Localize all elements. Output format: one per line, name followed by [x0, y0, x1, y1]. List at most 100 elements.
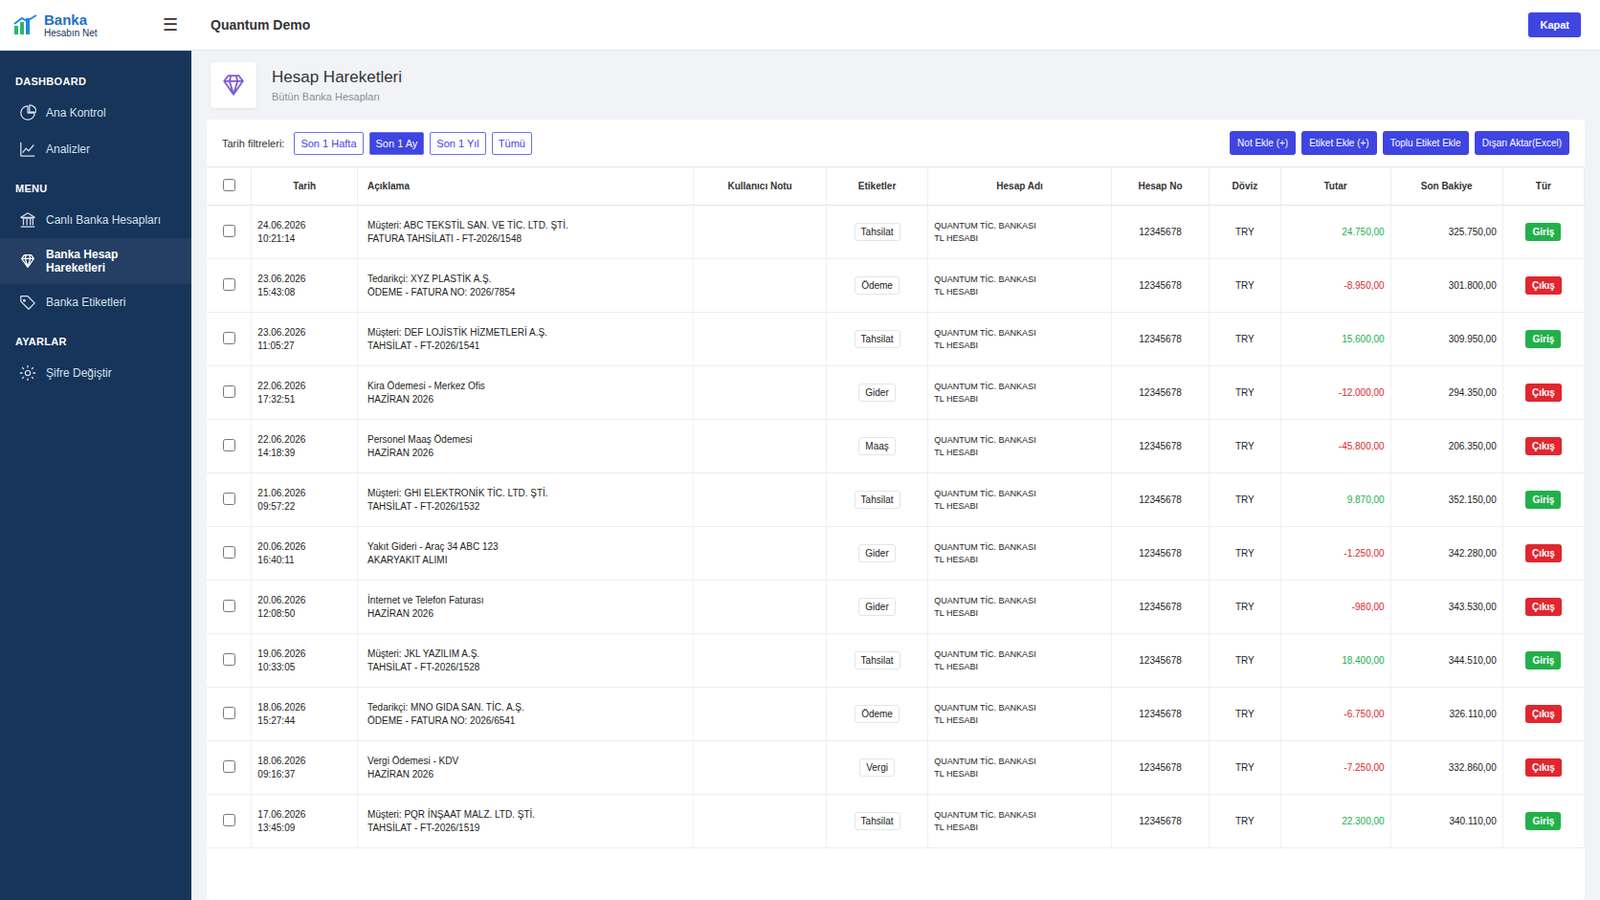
column-header[interactable]: Hesap Adı	[928, 167, 1112, 206]
column-header[interactable]: Hesap No	[1111, 167, 1209, 206]
action-button[interactable]: Dışarı Aktar(Excel)	[1474, 131, 1570, 156]
description-cell: Personel Maaş ÖdemesiHAZİRAN 2026	[357, 420, 694, 474]
note-cell[interactable]	[693, 420, 826, 474]
account-name-cell: QUANTUM TİC. BANKASITL HESABI	[928, 688, 1112, 742]
table-row[interactable]: 24.06.202610:21:14Müşteri: ABC TEKSTİL S…	[206, 205, 1585, 260]
note-cell[interactable]	[693, 795, 826, 849]
column-header[interactable]: Kullanıcı Notu	[693, 167, 826, 206]
row-checkbox[interactable]	[222, 760, 236, 774]
description-cell: Kira Ödemesi - Merkez OfisHAZİRAN 2026	[357, 366, 694, 421]
select-all-checkbox[interactable]	[222, 178, 236, 192]
close-button[interactable]: Kapat	[1528, 12, 1581, 38]
tag[interactable]: Vergi	[859, 758, 895, 778]
tag-cell: Tahsilat	[825, 205, 928, 260]
sidebar-item-icon	[19, 140, 37, 158]
table-row[interactable]: 18.06.202609:16:37Vergi Ödemesi - KDVHAZ…	[206, 741, 1585, 796]
filter-button[interactable]: Son 1 Yıl	[429, 132, 486, 156]
sidebar-item[interactable]: Canlı Banka Hesapları	[0, 201, 192, 239]
sidebar-item[interactable]: Ana Kontrol	[0, 94, 192, 132]
note-cell[interactable]	[693, 473, 826, 528]
account-name-cell: QUANTUM TİC. BANKASITL HESABI	[928, 366, 1112, 421]
table-row[interactable]: 22.06.202617:32:51Kira Ödemesi - Merkez …	[206, 366, 1585, 421]
row-checkbox[interactable]	[222, 385, 236, 399]
sidebar-item[interactable]: Şifre Değiştir	[0, 355, 192, 392]
amount-cell: 15.600,00	[1280, 312, 1391, 367]
sidebar-item[interactable]: Banka Hesap Hareketleri	[0, 238, 192, 285]
row-checkbox[interactable]	[222, 814, 236, 827]
table-row[interactable]: 19.06.202610:33:05Müşteri: JKL YAZILIM A…	[206, 634, 1585, 689]
tag[interactable]: Tahsilat	[854, 330, 901, 349]
column-header[interactable]: Tutar	[1280, 167, 1391, 206]
table-row[interactable]: 23.06.202611:05:27Müşteri: DEF LOJİSTİK …	[206, 312, 1585, 367]
column-header[interactable]: Etiketler	[825, 167, 928, 206]
tag[interactable]: Tahsilat	[854, 812, 901, 831]
sidebar-item[interactable]: Analizler	[0, 131, 192, 168]
column-header[interactable]: Tarih	[251, 167, 358, 206]
type-badge: Giriş	[1525, 490, 1561, 510]
table-row[interactable]: 21.06.202609:57:22Müşteri: GHI ELEKTRONİ…	[206, 473, 1585, 528]
row-checkbox[interactable]	[222, 653, 236, 667]
menu-toggle[interactable]: ☰	[162, 14, 178, 36]
action-button[interactable]: Etiket Ekle (+)	[1301, 131, 1378, 156]
row-checkbox[interactable]	[222, 546, 236, 559]
note-cell[interactable]	[693, 741, 826, 796]
row-checkbox[interactable]	[222, 439, 236, 452]
row-checkbox[interactable]	[222, 600, 236, 613]
filter-label: Tarih filtreleri:	[222, 137, 285, 150]
note-cell[interactable]	[693, 366, 826, 421]
date-filters: Tarih filtreleri: Son 1 HaftaSon 1 AySon…	[222, 132, 533, 156]
gem-box	[210, 62, 257, 109]
tag[interactable]: Tahsilat	[854, 651, 901, 670]
tag[interactable]: Tahsilat	[854, 222, 901, 242]
tag[interactable]: Ödeme	[854, 276, 900, 295]
filter-button[interactable]: Tümü	[491, 132, 533, 156]
column-header[interactable]: Açıklama	[357, 167, 694, 206]
amount-cell: 24.750,00	[1280, 205, 1391, 260]
note-cell[interactable]	[693, 312, 826, 367]
tag[interactable]: Tahsilat	[854, 490, 901, 510]
type-badge: Çıkış	[1525, 544, 1562, 563]
row-checkbox[interactable]	[222, 278, 236, 291]
table-row[interactable]: 20.06.202612:08:50İnternet ve Telefon Fa…	[206, 580, 1585, 635]
filter-button[interactable]: Son 1 Ay	[369, 132, 425, 156]
tag[interactable]: Gider	[858, 598, 895, 617]
row-checkbox[interactable]	[222, 224, 236, 238]
tag[interactable]: Ödeme	[854, 705, 900, 724]
row-checkbox[interactable]	[222, 707, 236, 720]
note-cell[interactable]	[693, 259, 826, 313]
note-cell[interactable]	[693, 634, 826, 689]
currency-cell: TRY	[1209, 634, 1282, 689]
amount-cell: 18.400,00	[1280, 634, 1391, 689]
note-cell[interactable]	[693, 580, 826, 635]
account-name-cell: QUANTUM TİC. BANKASITL HESABI	[928, 473, 1112, 528]
gem-icon	[220, 71, 247, 99]
account-name-cell: QUANTUM TİC. BANKASITL HESABI	[928, 741, 1112, 796]
tag[interactable]: Gider	[858, 544, 895, 563]
table-row[interactable]: 20.06.202616:40:11Yakıt Gideri - Araç 34…	[206, 527, 1585, 581]
note-cell[interactable]	[693, 205, 826, 260]
filter-button[interactable]: Son 1 Hafta	[293, 132, 363, 156]
row-checkbox[interactable]	[222, 492, 236, 506]
column-header[interactable]: Tür	[1502, 167, 1584, 206]
amount-cell: 22.300,00	[1280, 795, 1391, 849]
sidebar-item-icon	[19, 104, 37, 122]
currency-cell: TRY	[1209, 473, 1282, 528]
row-checkbox[interactable]	[222, 332, 236, 345]
tag[interactable]: Maaş	[858, 437, 895, 456]
account-name-cell: QUANTUM TİC. BANKASITL HESABI	[928, 795, 1112, 849]
action-button[interactable]: Toplu Etiket Ekle	[1382, 131, 1469, 156]
tag[interactable]: Gider	[858, 383, 895, 402]
column-header[interactable]: Son Bakiye	[1390, 167, 1503, 206]
table-row[interactable]: 17.06.202613:45:09Müşteri: PQR İNŞAAT MA…	[206, 795, 1585, 849]
type-badge: Çıkış	[1525, 276, 1562, 295]
sidebar-item[interactable]: Banka Etiketleri	[0, 284, 192, 321]
table-row[interactable]: 22.06.202614:18:39Personel Maaş ÖdemesiH…	[206, 420, 1585, 474]
note-cell[interactable]	[693, 688, 826, 742]
table-row[interactable]: 23.06.202615:43:08Tedarikçi: XYZ PLASTİK…	[206, 259, 1585, 313]
table-row[interactable]: 18.06.202615:27:44Tedarikçi: MNO GIDA SA…	[206, 688, 1585, 742]
date-cell: 23.06.202611:05:27	[251, 312, 358, 367]
note-cell[interactable]	[693, 527, 826, 581]
column-header[interactable]: Döviz	[1209, 167, 1282, 206]
action-button[interactable]: Not Ekle (+)	[1229, 131, 1296, 156]
logo[interactable]: Banka Hesabın Net	[13, 12, 98, 39]
